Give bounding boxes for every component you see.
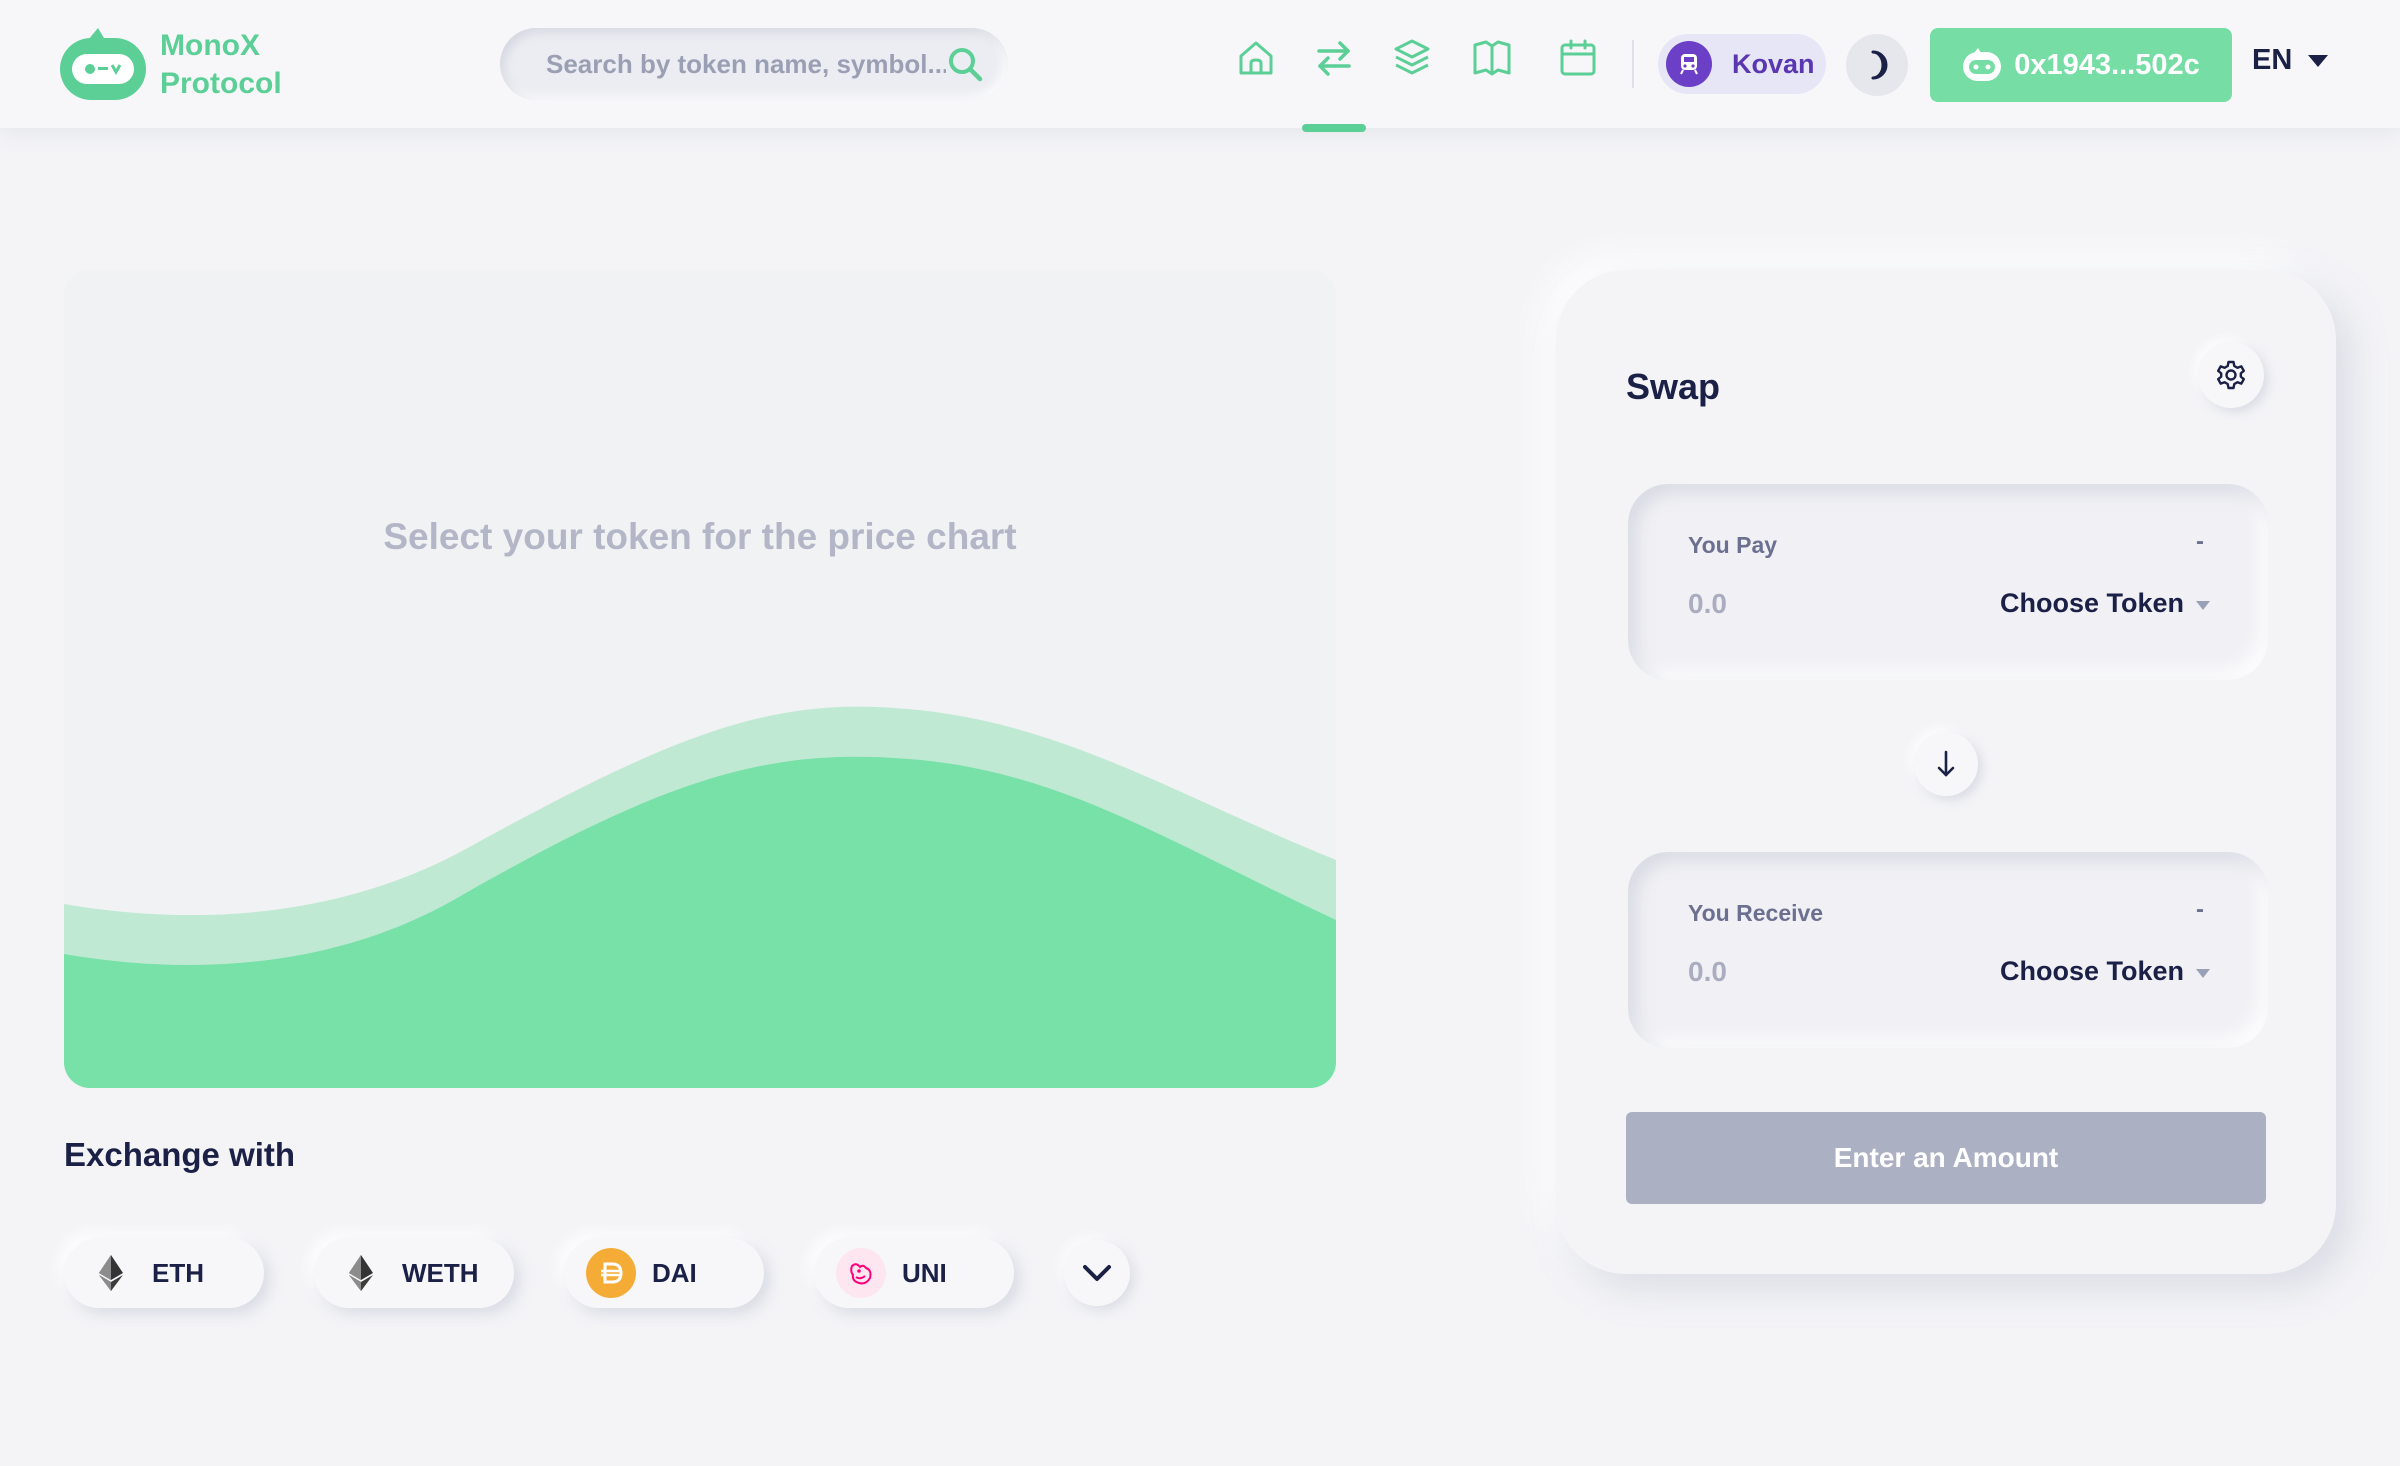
network-selector[interactable]: Kovan bbox=[1658, 34, 1826, 94]
language-label: EN bbox=[2252, 44, 2293, 76]
kovan-train-icon bbox=[1680, 54, 1698, 75]
token-chip-label: ETH bbox=[152, 1257, 204, 1288]
you-pay-balance: - bbox=[2196, 528, 2204, 555]
more-tokens-button[interactable] bbox=[1064, 1240, 1130, 1306]
logo-text-line2: Protocol bbox=[160, 67, 282, 100]
exchange-with-heading: Exchange with bbox=[64, 1136, 296, 1173]
you-pay-label: You Pay bbox=[1688, 532, 1778, 558]
wallet-avatar-icon bbox=[1963, 48, 2002, 81]
gear-icon bbox=[2217, 360, 2245, 390]
swap-arrows-icon[interactable] bbox=[1314, 38, 1354, 78]
token-chip-label: DAI bbox=[652, 1257, 697, 1288]
nav-divider bbox=[1632, 40, 1634, 88]
active-nav-indicator bbox=[1302, 124, 1366, 132]
ethereum-icon bbox=[336, 1248, 386, 1298]
search-icon[interactable] bbox=[946, 45, 984, 83]
receive-token-selector[interactable]: Choose Token bbox=[2000, 956, 2210, 987]
flip-direction-button[interactable] bbox=[1914, 732, 1978, 796]
swap-settings-button[interactable] bbox=[2198, 342, 2264, 408]
network-badge bbox=[1666, 41, 1712, 87]
enter-amount-button[interactable]: Enter an Amount bbox=[1626, 1112, 2266, 1204]
layers-icon[interactable] bbox=[1392, 38, 1432, 78]
you-receive-label: You Receive bbox=[1688, 900, 1824, 926]
token-chip-eth[interactable]: ETH bbox=[64, 1238, 264, 1308]
caret-down-icon bbox=[2196, 601, 2210, 610]
monox-logo[interactable]: MonoX Protocol bbox=[58, 26, 282, 104]
arrow-down-icon bbox=[1937, 750, 1955, 777]
caret-down-icon bbox=[2308, 54, 2329, 67]
you-receive-balance: - bbox=[2196, 896, 2204, 923]
home-icon[interactable] bbox=[1236, 38, 1276, 78]
theme-toggle-button[interactable] bbox=[1846, 34, 1908, 96]
network-label: Kovan bbox=[1732, 48, 1815, 79]
dai-icon bbox=[586, 1248, 636, 1298]
receive-amount-input[interactable] bbox=[1688, 956, 1888, 988]
swap-title: Swap bbox=[1626, 366, 1721, 407]
token-chip-weth[interactable]: WETH bbox=[314, 1238, 514, 1308]
moon-icon bbox=[1871, 50, 1888, 80]
token-search bbox=[500, 28, 1008, 100]
wallet-address: 0x1943...502c bbox=[2014, 48, 2200, 81]
token-chip-label: UNI bbox=[902, 1257, 947, 1288]
search-input[interactable] bbox=[546, 48, 946, 80]
choose-token-label: Choose Token bbox=[1999, 956, 2184, 986]
token-chip-uni[interactable]: UNI bbox=[814, 1238, 1014, 1308]
monox-logo-icon bbox=[60, 28, 146, 100]
token-chip-label: WETH bbox=[402, 1257, 479, 1288]
uniswap-icon bbox=[836, 1248, 886, 1298]
you-receive-panel: You Receive - Choose Token bbox=[1628, 852, 2268, 1048]
book-icon[interactable] bbox=[1472, 38, 1512, 78]
pay-token-selector[interactable]: Choose Token bbox=[2000, 588, 2210, 619]
pay-amount-input[interactable] bbox=[1688, 588, 1888, 620]
swap-card: Swap You Pay - Choose Token You Receive … bbox=[1556, 270, 2336, 1274]
logo-text: MonoX Protocol bbox=[160, 27, 282, 103]
you-pay-panel: You Pay - Choose Token bbox=[1628, 484, 2268, 680]
calendar-icon[interactable] bbox=[1558, 38, 1598, 78]
wallet-address-button[interactable]: 0x1943...502c bbox=[1930, 28, 2232, 102]
caret-down-icon bbox=[2196, 969, 2210, 978]
ethereum-icon bbox=[86, 1248, 136, 1298]
language-selector[interactable]: EN bbox=[2252, 44, 2329, 77]
top-nav-bar: MonoX Protocol Search by token name, sym… bbox=[0, 0, 2400, 132]
logo-text-line1: MonoX bbox=[160, 29, 260, 62]
chart-placeholder-text: Select your token for the price chart bbox=[383, 516, 1017, 557]
price-chart-card: Select your token for the price chart bbox=[64, 270, 1336, 1088]
placeholder-wave-illustration bbox=[64, 706, 1336, 1088]
chevron-down-icon bbox=[1083, 1265, 1111, 1281]
choose-token-label: Choose Token bbox=[1999, 588, 2184, 618]
token-chip-dai[interactable]: DAI bbox=[564, 1238, 764, 1308]
